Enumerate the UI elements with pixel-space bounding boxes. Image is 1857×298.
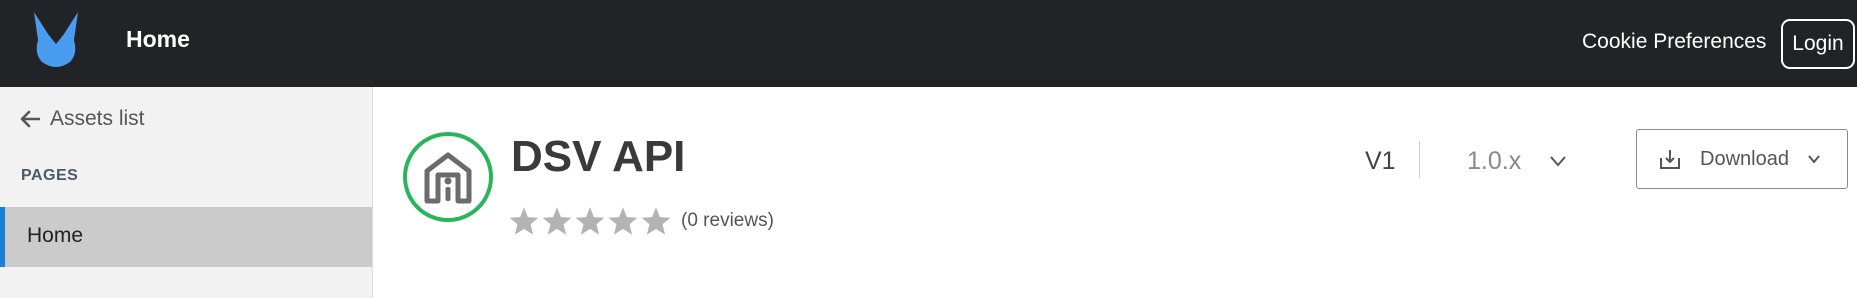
api-version: V1 xyxy=(1365,147,1396,175)
version-divider xyxy=(1419,141,1420,178)
sidebar-item-label: Home xyxy=(27,224,84,247)
api-title: DSV API xyxy=(511,132,686,181)
assets-list-link[interactable]: Assets list xyxy=(20,107,145,131)
bunny-logo-icon[interactable] xyxy=(30,10,82,70)
api-house-icon xyxy=(403,132,493,222)
cookie-preferences-link[interactable]: Cookie Preferences xyxy=(1582,30,1766,54)
top-nav-bar: Home Cookie Preferences Login xyxy=(0,0,1857,87)
download-label: Download xyxy=(1700,148,1789,170)
arrow-left-icon xyxy=(20,110,40,128)
pages-section-heading: PAGES xyxy=(21,167,79,184)
star-icon[interactable] xyxy=(541,206,573,236)
star-icon[interactable] xyxy=(574,206,606,236)
rating-stars[interactable] xyxy=(508,206,673,236)
release-select-value[interactable]: 1.0.x xyxy=(1467,147,1521,176)
download-button[interactable]: Download xyxy=(1636,129,1848,189)
chevron-down-icon[interactable] xyxy=(1549,155,1567,167)
chevron-down-icon xyxy=(1808,155,1820,164)
reviews-count[interactable]: (0 reviews) xyxy=(681,210,774,232)
login-button[interactable]: Login xyxy=(1781,19,1855,69)
star-icon[interactable] xyxy=(640,206,672,236)
assets-list-label: Assets list xyxy=(50,107,145,130)
star-icon[interactable] xyxy=(508,206,540,236)
download-icon xyxy=(1660,150,1680,169)
sidebar-item-home[interactable]: Home xyxy=(0,207,372,267)
star-icon[interactable] xyxy=(607,206,639,236)
home-link[interactable]: Home xyxy=(126,26,190,53)
sidebar: Assets list PAGES Home xyxy=(0,87,373,298)
